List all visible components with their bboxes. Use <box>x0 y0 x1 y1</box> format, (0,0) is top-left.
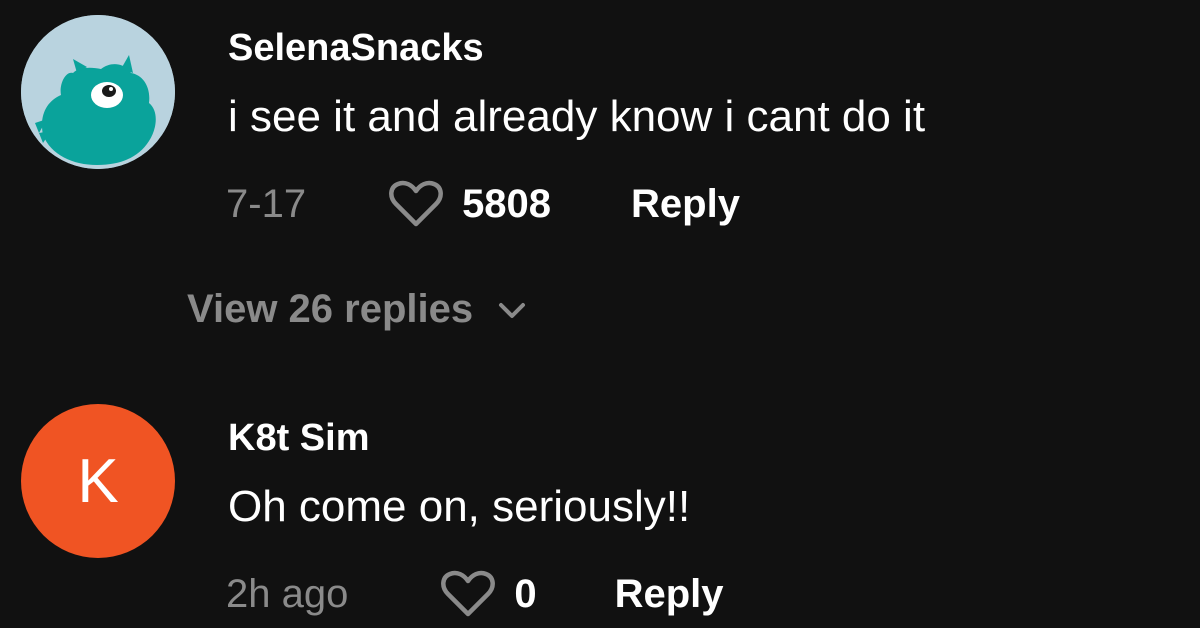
like-button[interactable]: 5808 <box>388 180 551 228</box>
comment-date: 7-17 <box>226 181 307 226</box>
reply-button[interactable]: Reply <box>615 572 724 617</box>
comment-text: Oh come on, seriously!! <box>228 482 691 531</box>
avatar-letter: K <box>77 446 119 516</box>
comment-meta: 2h ago 0 Reply <box>226 570 724 618</box>
comment-date: 2h ago <box>226 571 349 616</box>
comment-username[interactable]: K8t Sim <box>228 417 369 460</box>
avatar[interactable]: K <box>21 404 175 558</box>
avatar[interactable] <box>21 15 175 169</box>
like-count: 5808 <box>462 181 552 226</box>
reply-button[interactable]: Reply <box>631 182 740 227</box>
like-button[interactable]: 0 <box>440 570 537 618</box>
teal-monster-avatar-icon <box>21 15 175 169</box>
chevron-down-icon <box>499 302 526 318</box>
view-replies-label: View 26 replies <box>187 287 474 331</box>
heart-icon <box>389 180 443 227</box>
heart-icon <box>441 570 496 617</box>
view-replies-button[interactable]: View 26 replies <box>187 287 529 332</box>
comment-text: i see it and already know i cant do it <box>228 92 926 141</box>
comment-meta: 7-17 5808 Reply <box>226 180 740 228</box>
like-count: 0 <box>514 571 537 616</box>
comment-username[interactable]: SelenaSnacks <box>228 27 484 70</box>
